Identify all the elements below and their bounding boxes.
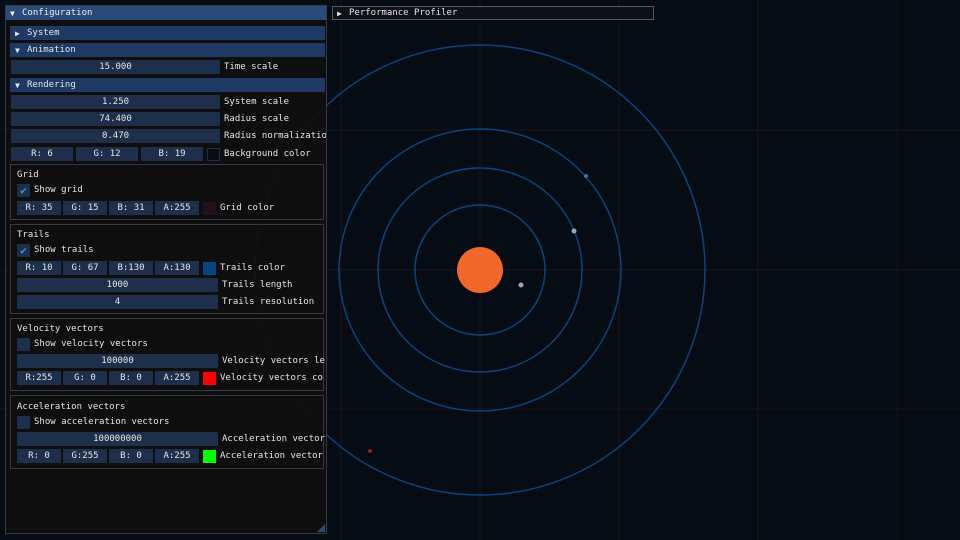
time-scale-label: Time scale bbox=[224, 62, 279, 72]
velocity-vectors-length-input[interactable]: 100000 bbox=[17, 354, 218, 368]
planet-2 bbox=[571, 228, 577, 234]
time-scale-input[interactable]: 15.000 bbox=[11, 60, 220, 74]
acceleration-color-label: Acceleration vector bbox=[220, 451, 323, 461]
trails-r-input[interactable]: R: 10 bbox=[17, 261, 61, 275]
background-r-input[interactable]: R: 6 bbox=[11, 147, 73, 161]
radius-normalization-label: Radius normalization bbox=[224, 131, 327, 141]
planet-1 bbox=[518, 282, 524, 288]
checkmark-icon: ✔ bbox=[20, 243, 27, 257]
show-grid-checkbox[interactable]: ✔ bbox=[17, 183, 30, 197]
show-velocity-vectors-checkbox[interactable] bbox=[17, 337, 30, 351]
collapse-arrow-icon: ▼ bbox=[15, 45, 20, 55]
resize-grip-icon[interactable] bbox=[317, 524, 325, 532]
grid-color-label: Grid color bbox=[220, 203, 275, 213]
rendering-header[interactable]: ▼ Rendering bbox=[10, 78, 325, 92]
profiler-title: Performance Profiler bbox=[349, 8, 458, 18]
animation-header-label: Animation bbox=[27, 45, 76, 55]
rendering-header-label: Rendering bbox=[27, 80, 76, 90]
radius-scale-input[interactable]: 74.400 bbox=[11, 112, 220, 126]
radius-normalization-input[interactable]: 0.470 bbox=[11, 129, 220, 143]
show-acceleration-vectors-checkbox[interactable] bbox=[17, 415, 30, 429]
trails-length-input[interactable]: 1000 bbox=[17, 278, 218, 292]
background-b-input[interactable]: B: 19 bbox=[141, 147, 203, 161]
configuration-title: Configuration bbox=[22, 8, 93, 18]
trails-resolution-label: Trails resolution bbox=[222, 297, 315, 307]
trails-group: Trails ✔ Show trails R: 10 G: 67 B:130 A… bbox=[10, 224, 324, 314]
configuration-window[interactable]: ▼ Configuration ▶ System ▼ Animation 15.… bbox=[5, 5, 327, 534]
trails-resolution-input[interactable]: 4 bbox=[17, 295, 218, 309]
trails-color-label: Trails color bbox=[220, 263, 286, 273]
trails-color-swatch[interactable] bbox=[203, 261, 216, 275]
show-velocity-vectors-label: Show velocity vectors bbox=[34, 339, 148, 349]
trails-group-title: Trails bbox=[17, 230, 50, 240]
trails-a-input[interactable]: A:130 bbox=[155, 261, 199, 275]
acceleration-color-swatch[interactable] bbox=[203, 449, 216, 463]
acceleration-a-input[interactable]: A:255 bbox=[155, 449, 199, 463]
trails-b-input[interactable]: B:130 bbox=[109, 261, 153, 275]
system-header-label: System bbox=[27, 28, 60, 38]
grid-color-swatch[interactable] bbox=[203, 201, 216, 215]
acceleration-g-input[interactable]: G:255 bbox=[63, 449, 107, 463]
collapse-arrow-icon[interactable]: ▼ bbox=[10, 9, 22, 18]
velocity-b-input[interactable]: B: 0 bbox=[109, 371, 153, 385]
grid-g-input[interactable]: G: 15 bbox=[63, 201, 107, 215]
velocity-color-swatch[interactable] bbox=[203, 371, 216, 385]
velocity-group-title: Velocity vectors bbox=[17, 324, 104, 334]
planet-4 bbox=[368, 449, 372, 453]
planet-3 bbox=[584, 174, 588, 178]
grid-group: Grid ✔ Show grid R: 35 G: 15 B: 31 A:255… bbox=[10, 164, 324, 220]
velocity-vectors-group: Velocity vectors Show velocity vectors 1… bbox=[10, 318, 325, 391]
system-header[interactable]: ▶ System bbox=[10, 26, 325, 40]
velocity-r-input[interactable]: R:255 bbox=[17, 371, 61, 385]
system-scale-label: System scale bbox=[224, 97, 290, 107]
trails-length-label: Trails length bbox=[222, 280, 293, 290]
trails-g-input[interactable]: G: 67 bbox=[63, 261, 107, 275]
checkmark-icon: ✔ bbox=[20, 183, 27, 197]
velocity-vectors-length-label: Velocity vectors le bbox=[222, 356, 325, 366]
show-trails-checkbox[interactable]: ✔ bbox=[17, 243, 30, 257]
sun bbox=[457, 247, 503, 293]
animation-header[interactable]: ▼ Animation bbox=[10, 43, 325, 57]
configuration-title-bar[interactable]: ▼ Configuration bbox=[6, 6, 326, 20]
velocity-color-label: Velocity vectors co bbox=[220, 373, 323, 383]
show-grid-label: Show grid bbox=[34, 185, 83, 195]
show-trails-label: Show trails bbox=[34, 245, 94, 255]
acceleration-vectors-length-input[interactable]: 100000000 bbox=[17, 432, 218, 446]
grid-group-title: Grid bbox=[17, 170, 39, 180]
expand-arrow-icon: ▶ bbox=[15, 28, 20, 38]
velocity-a-input[interactable]: A:255 bbox=[155, 371, 199, 385]
grid-a-input[interactable]: A:255 bbox=[155, 201, 199, 215]
acceleration-b-input[interactable]: B: 0 bbox=[109, 449, 153, 463]
radius-scale-label: Radius scale bbox=[224, 114, 290, 124]
collapse-arrow-icon[interactable]: ▶ bbox=[337, 9, 349, 18]
profiler-window[interactable]: ▶ Performance Profiler bbox=[332, 6, 654, 20]
grid-r-input[interactable]: R: 35 bbox=[17, 201, 61, 215]
velocity-g-input[interactable]: G: 0 bbox=[63, 371, 107, 385]
background-g-input[interactable]: G: 12 bbox=[76, 147, 138, 161]
collapse-arrow-icon: ▼ bbox=[15, 80, 20, 90]
acceleration-r-input[interactable]: R: 0 bbox=[17, 449, 61, 463]
show-acceleration-vectors-label: Show acceleration vectors bbox=[34, 417, 170, 427]
acceleration-group-title: Acceleration vectors bbox=[17, 402, 126, 412]
background-color-swatch[interactable] bbox=[207, 147, 220, 161]
system-scale-input[interactable]: 1.250 bbox=[11, 95, 220, 109]
background-color-label: Background color bbox=[224, 149, 311, 159]
grid-b-input[interactable]: B: 31 bbox=[109, 201, 153, 215]
acceleration-vectors-group: Acceleration vectors Show acceleration v… bbox=[10, 395, 325, 469]
acceleration-vectors-length-label: Acceleration vector bbox=[222, 434, 325, 444]
